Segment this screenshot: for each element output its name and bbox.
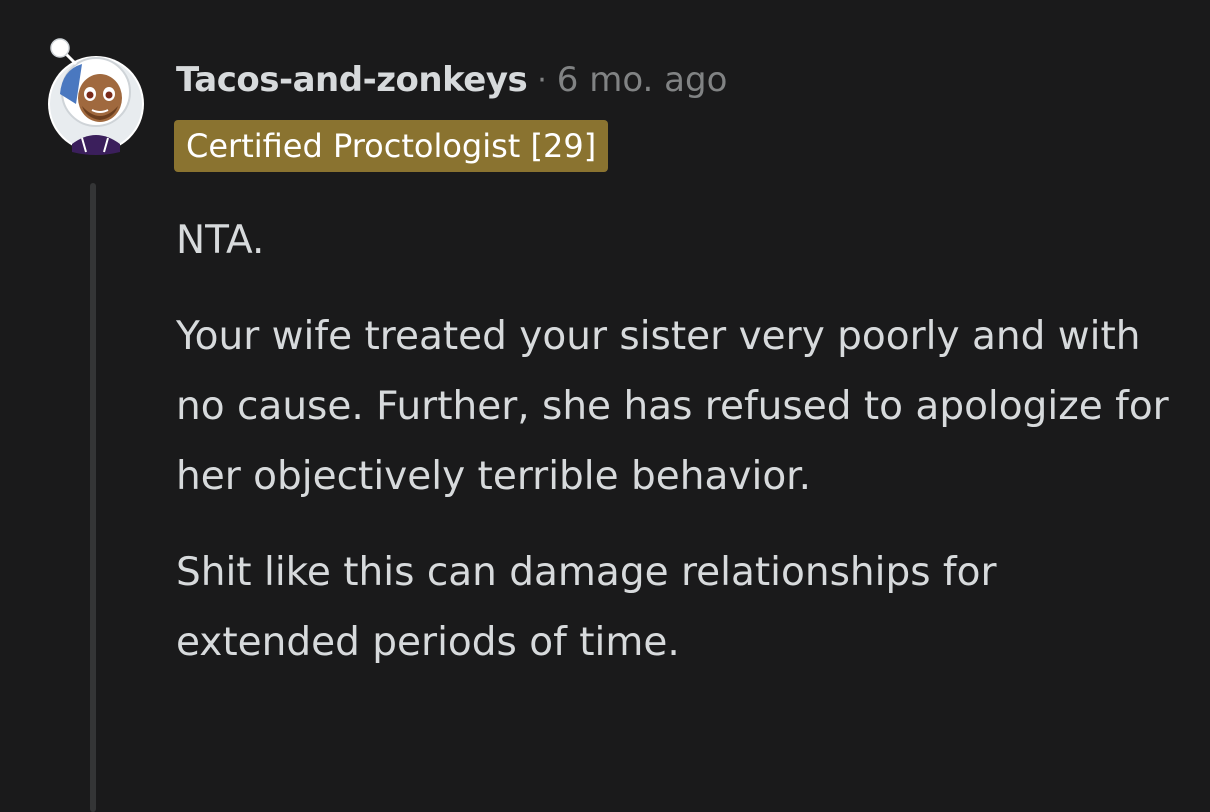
comment-paragraph: Your wife treated your sister very poorl… [176,314,1169,499]
comment-header: Tacos-and-zonkeys · 6 mo. ago [176,56,727,104]
comment-timestamp[interactable]: 6 mo. ago [557,60,728,100]
thread-line[interactable] [90,183,96,812]
username-link[interactable]: Tacos-and-zonkeys [176,60,528,100]
meta-separator: · [537,62,547,98]
comment: Tacos-and-zonkeys · 6 mo. ago Certified … [0,0,1210,812]
comment-paragraph: NTA. [176,218,265,263]
user-avatar-icon[interactable] [42,34,150,158]
comment-body: NTA. Your wife treated your sister very … [176,206,1176,704]
comment-paragraph: Shit like this can damage relationships … [176,550,997,665]
user-flair-badge: Certified Proctologist [29] [174,120,609,172]
